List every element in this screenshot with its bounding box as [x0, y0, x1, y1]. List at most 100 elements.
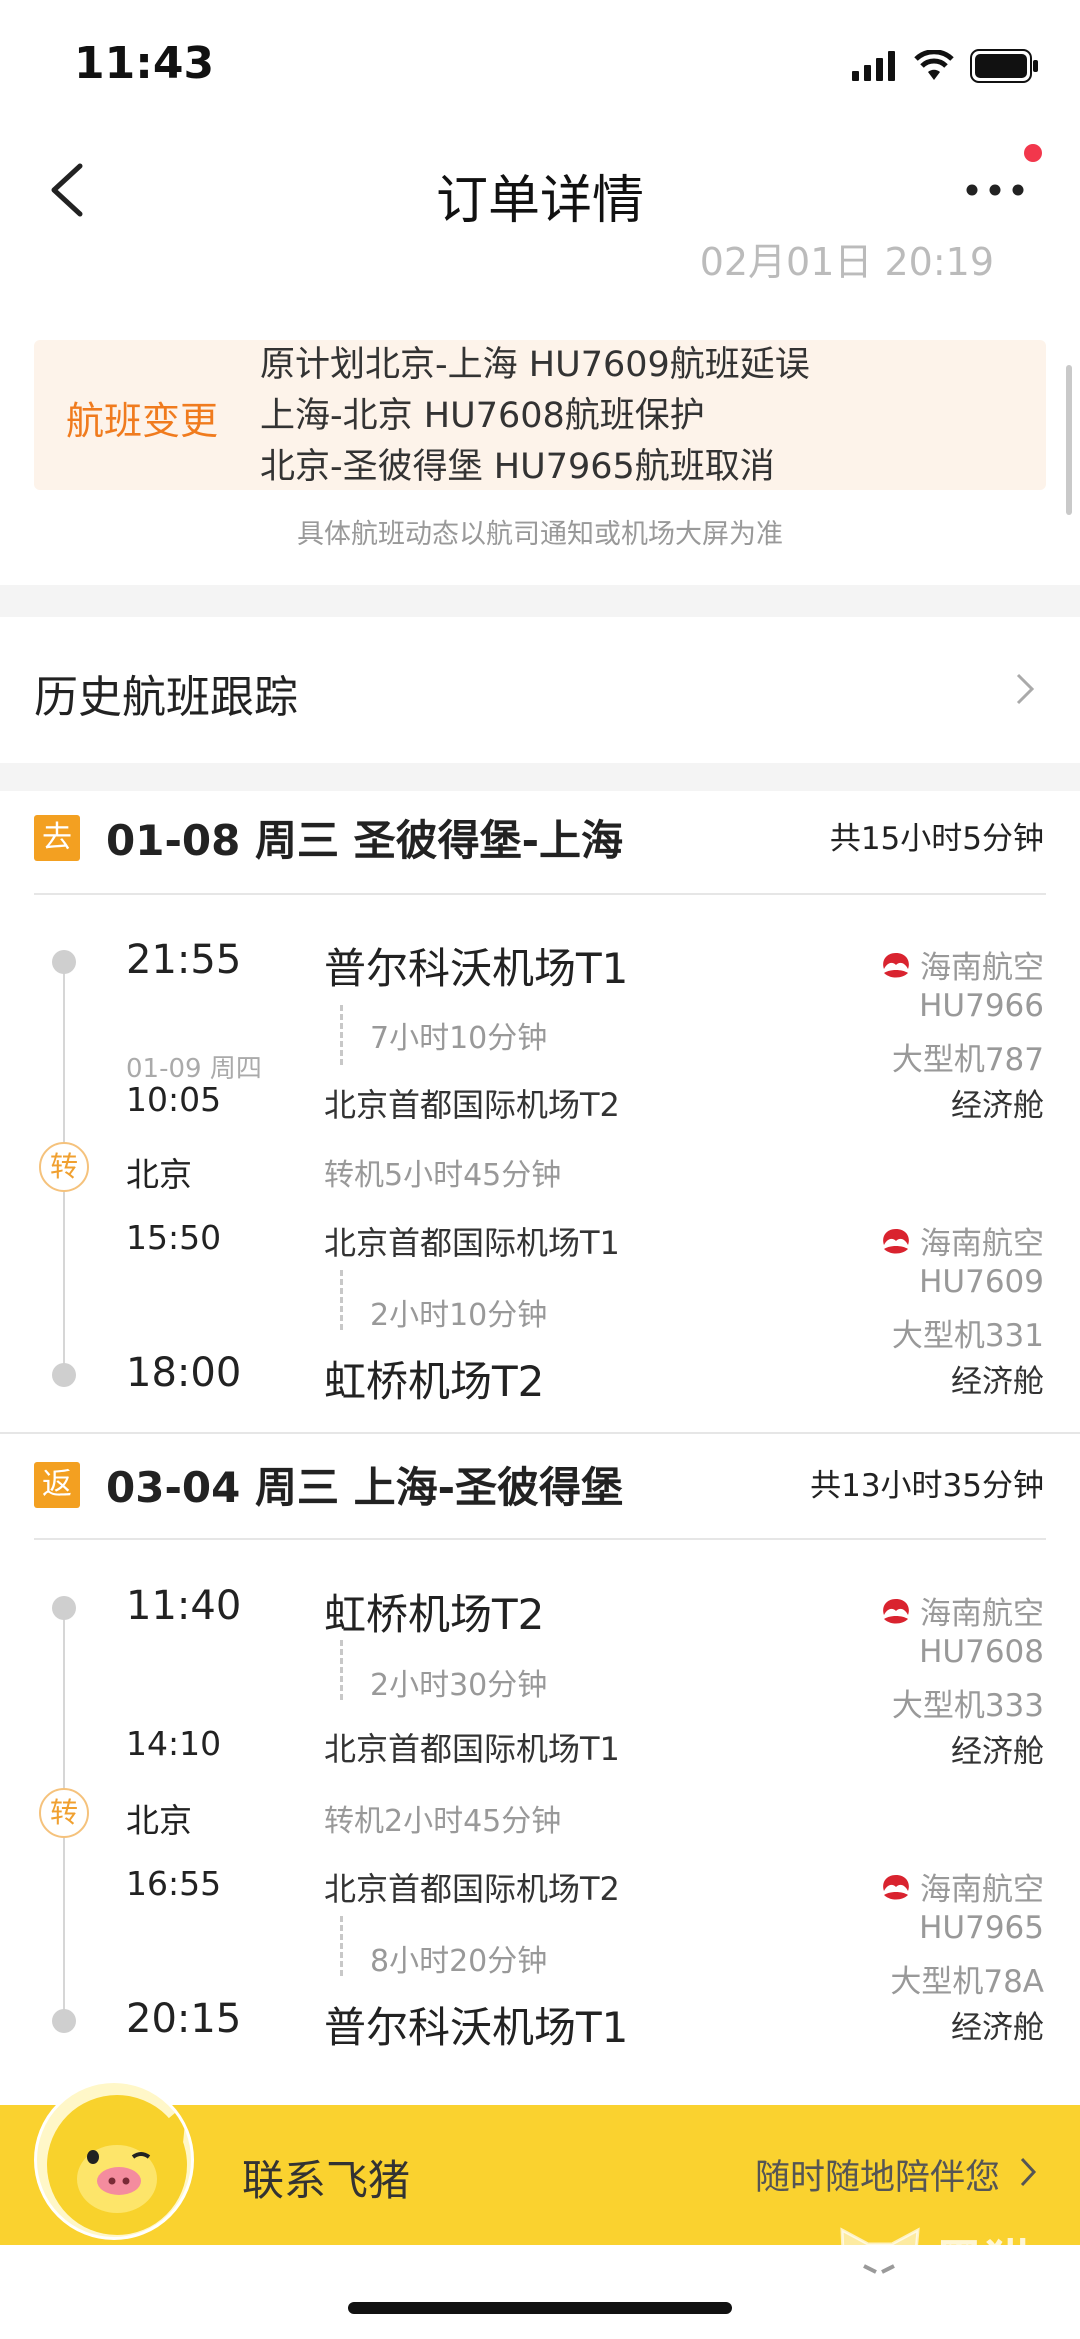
wifi-icon: [914, 50, 954, 80]
transfer-duration: 转机2小时45分钟: [324, 1804, 562, 1839]
history-tracking-row[interactable]: 历史航班跟踪: [0, 617, 1080, 763]
home-indicator[interactable]: [348, 2302, 732, 2314]
watermark-text-en: BLACK CAT: [932, 2292, 1031, 2339]
arrival-airport: 北京首都国际机场T1: [324, 1730, 620, 1768]
flight-duration: 8小时20分钟: [370, 1944, 548, 1979]
status-bar: 11:43: [0, 0, 1080, 130]
nav-bar: 订单详情: [0, 130, 1080, 250]
transfer-city: 北京: [126, 1155, 192, 1194]
order-info-row: 02月01日 20:19: [0, 235, 1080, 285]
signal-icon: [852, 51, 895, 81]
cabin-class: 经济舱: [951, 2010, 1044, 2046]
divider: [0, 1432, 1080, 1434]
arrival-time: 20:15: [126, 1996, 242, 2042]
fliggy-mascot-avatar[interactable]: [34, 2080, 194, 2240]
watermark-text-cn: 黑猫: [934, 2235, 1034, 2293]
flight-change-box: 航班变更 原计划北京-上海 HU7609航班延误 上海-北京 HU7608航班保…: [34, 340, 1046, 490]
flight-change-line: 原计划北京-上海 HU7609航班延误: [260, 345, 810, 385]
notification-dot: [1024, 144, 1042, 162]
hainan-airlines-logo-icon: [883, 1874, 909, 1899]
departure-time: 16:55: [126, 1864, 222, 1903]
outbound-total-duration: 共15小时5分钟: [829, 821, 1044, 857]
flight-dash: [340, 1640, 343, 1700]
flight-dash: [340, 1270, 343, 1330]
status-icons: [852, 46, 1040, 86]
battery-icon: [970, 49, 1038, 83]
flight-change-lines: 原计划北京-上海 HU7609航班延误 上海-北京 HU7608航班保护 北京-…: [260, 340, 810, 493]
flight-dash: [340, 1916, 343, 1976]
flight-number: HU7966: [919, 988, 1044, 1024]
aircraft-type: 大型机331: [891, 1318, 1044, 1354]
scrollbar[interactable]: [1066, 365, 1072, 515]
flight-number: HU7609: [919, 1264, 1044, 1300]
flight-change-line: 北京-圣彼得堡 HU7965航班取消: [260, 447, 775, 487]
return-total-duration: 共13小时35分钟: [810, 1468, 1044, 1504]
transfer-city: 北京: [126, 1801, 192, 1840]
aircraft-type: 大型机78A: [890, 1964, 1044, 2000]
airline-label: 海南航空: [920, 1872, 1044, 1908]
return-tag: 返: [34, 1462, 80, 1508]
page-title: 订单详情: [435, 171, 644, 231]
cabin-class: 经济舱: [951, 1088, 1044, 1124]
status-time: 11:43: [74, 38, 215, 89]
flight-duration: 2小时10分钟: [370, 1298, 548, 1333]
chevron-right-icon: [1016, 673, 1035, 705]
flight-duration: 7小时10分钟: [370, 1021, 548, 1056]
arrival-time: 18:00: [126, 1350, 242, 1396]
arrival-time: 10:05: [126, 1080, 222, 1119]
transfer-badge: 转: [39, 1142, 89, 1192]
departure-airport: 普尔科沃机场T1: [324, 944, 629, 993]
flight-change-label: 航班变更: [66, 399, 219, 443]
departure-airport: 北京首都国际机场T2: [324, 1870, 620, 1908]
airline-name: 海南航空: [878, 1864, 1044, 1909]
flight-change-note: 具体航班动态以航司通知或机场大屏为准: [297, 519, 783, 550]
outbound-tag: 去: [34, 815, 80, 861]
arrival-airport: 普尔科沃机场T1: [324, 2003, 629, 2052]
order-date: 02月01日 20:19: [699, 240, 994, 284]
departure-time: 11:40: [126, 1583, 242, 1629]
cabin-class: 经济舱: [951, 1364, 1044, 1400]
return-header: 返 03-04 周三 上海-圣彼得堡 共13小时35分钟: [0, 1440, 1080, 1540]
departure-airport: 虹桥机场T2: [324, 1590, 545, 1639]
airline-label: 海南航空: [920, 1226, 1044, 1262]
outbound-header: 去 01-08 周三 圣彼得堡-上海 共15小时5分钟: [0, 793, 1080, 893]
hainan-airlines-logo-icon: [883, 1598, 909, 1623]
section-gap: [0, 585, 1080, 617]
more-button[interactable]: [960, 158, 1030, 218]
transfer-duration: 转机5小时45分钟: [324, 1158, 562, 1193]
aircraft-type: 大型机787: [891, 1042, 1044, 1078]
flight-number: HU7965: [919, 1910, 1044, 1946]
airline-label: 海南航空: [920, 950, 1044, 986]
flight-duration: 2小时30分钟: [370, 1668, 548, 1703]
flight-dash: [340, 1005, 343, 1065]
flight-number: HU7608: [919, 1634, 1044, 1670]
black-cat-logo-icon: [840, 2227, 920, 2320]
airline-name: 海南航空: [878, 1588, 1044, 1633]
mascot-icon: [47, 2095, 187, 2235]
airline-name: 海南航空: [878, 1218, 1044, 1263]
arrival-airport: 虹桥机场T2: [324, 1357, 545, 1406]
divider: [34, 1538, 1046, 1540]
transfer-badge: 转: [39, 1788, 89, 1838]
history-tracking-label: 历史航班跟踪: [34, 672, 298, 723]
return-title: 03-04 周三 上海-圣彼得堡: [106, 1463, 624, 1512]
contact-label: 联系飞猪: [242, 2156, 411, 2205]
chevron-right-icon: [1020, 2157, 1037, 2187]
timeline-end-dot: [52, 1363, 76, 1387]
section-gap: [0, 763, 1080, 791]
cabin-class: 经济舱: [951, 1734, 1044, 1770]
flight-change-line: 上海-北京 HU7608航班保护: [260, 396, 705, 436]
departure-time: 21:55: [126, 937, 242, 983]
arrival-time: 14:10: [126, 1724, 222, 1763]
watermark: 黑猫 BLACK CAT: [834, 2222, 1074, 2339]
contact-slogan: 随时随地陪伴您: [754, 2158, 1000, 2198]
hainan-airlines-logo-icon: [883, 1228, 909, 1253]
timeline-start-dot: [52, 950, 76, 974]
airline-label: 海南航空: [920, 1596, 1044, 1632]
aircraft-type: 大型机333: [891, 1688, 1044, 1724]
timeline-end-dot: [52, 2009, 76, 2033]
timeline-start-dot: [52, 1596, 76, 1620]
airline-name: 海南航空: [878, 942, 1044, 987]
departure-time: 15:50: [126, 1218, 222, 1257]
arrival-airport: 北京首都国际机场T2: [324, 1086, 620, 1124]
